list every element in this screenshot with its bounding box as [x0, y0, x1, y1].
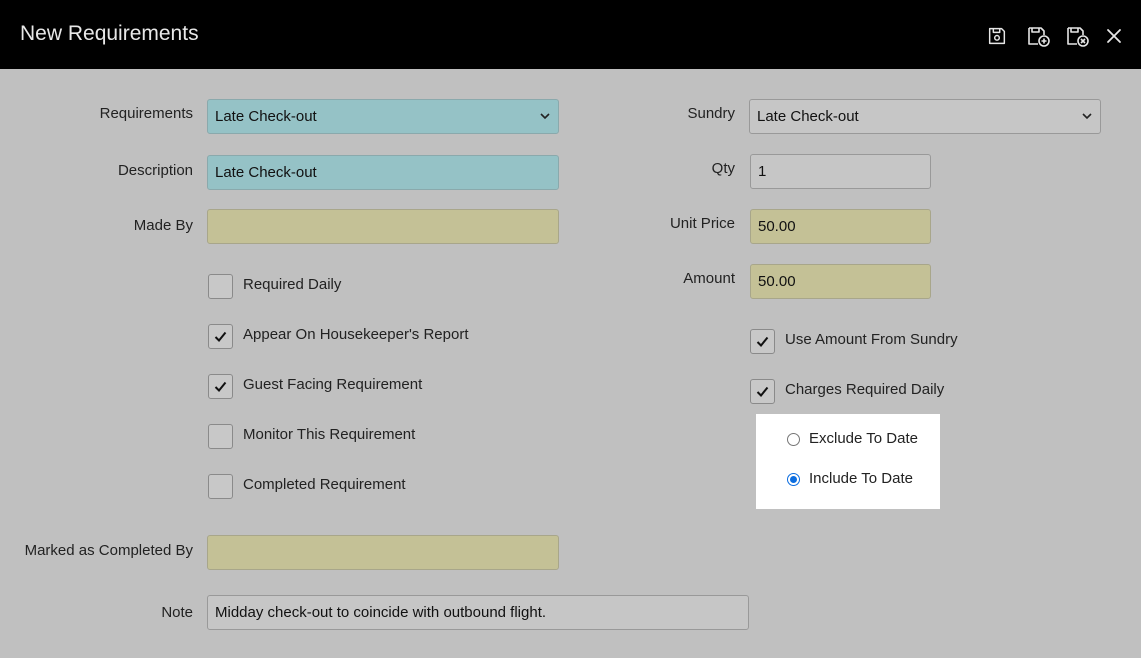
- requirements-label: Requirements: [99, 105, 193, 122]
- use-amount-from-sundry-checkbox[interactable]: [750, 329, 775, 354]
- description-value: Late Check-out: [215, 164, 317, 181]
- qty-label: Qty: [711, 160, 735, 177]
- sundry-label: Sundry: [687, 105, 735, 122]
- save-and-close-icon[interactable]: [1065, 24, 1091, 48]
- to-date-radio-group: Exclude To Date Include To Date: [756, 414, 940, 509]
- required-daily-label: Required Daily: [243, 276, 342, 293]
- completed-requirement-label: Completed Requirement: [243, 476, 406, 493]
- close-icon[interactable]: [1102, 24, 1126, 48]
- required-daily-checkbox[interactable]: [208, 274, 233, 299]
- requirements-value: Late Check-out: [215, 108, 317, 125]
- include-to-date-radio[interactable]: [787, 473, 800, 486]
- unit-price-input[interactable]: 50.00: [750, 209, 931, 244]
- note-input[interactable]: Midday check-out to coincide with outbou…: [207, 595, 749, 630]
- exclude-to-date-radio[interactable]: [787, 433, 800, 446]
- marked-completed-by-label: Marked as Completed By: [24, 542, 193, 559]
- page-title: New Requirements: [20, 22, 199, 45]
- made-by-label: Made By: [133, 217, 193, 234]
- amount-label: Amount: [683, 270, 735, 287]
- note-value: Midday check-out to coincide with outbou…: [215, 604, 547, 621]
- chevron-down-icon: [540, 113, 550, 120]
- description-input[interactable]: Late Check-out: [207, 155, 559, 190]
- qty-value: 1: [758, 163, 767, 180]
- monitor-this-requirement-checkbox[interactable]: [208, 424, 233, 449]
- charges-required-daily-checkbox[interactable]: [750, 379, 775, 404]
- checkmark-icon: [214, 381, 227, 392]
- save-and-new-icon[interactable]: [1026, 24, 1052, 48]
- guest-facing-requirement-label: Guest Facing Requirement: [243, 376, 423, 393]
- charges-required-daily-label: Charges Required Daily: [785, 381, 945, 398]
- description-label: Description: [117, 162, 193, 179]
- title-bar: New Requirements: [0, 0, 1141, 69]
- sundry-select[interactable]: Late Check-out: [749, 99, 1101, 134]
- sundry-value: Late Check-out: [757, 108, 859, 125]
- exclude-to-date-label: Exclude To Date: [809, 430, 918, 447]
- unit-price-label: Unit Price: [669, 215, 735, 232]
- qty-input[interactable]: 1: [750, 154, 931, 189]
- note-label: Note: [161, 604, 193, 621]
- guest-facing-requirement-checkbox[interactable]: [208, 374, 233, 399]
- chevron-down-icon: [1082, 113, 1092, 120]
- save-icon[interactable]: [985, 24, 1009, 48]
- made-by-input[interactable]: [207, 209, 559, 244]
- requirements-select[interactable]: Late Check-out: [207, 99, 559, 134]
- include-to-date-label: Include To Date: [809, 470, 913, 487]
- amount-value: 50.00: [758, 273, 796, 290]
- appear-on-housekeepers-report-checkbox[interactable]: [208, 324, 233, 349]
- use-amount-from-sundry-label: Use Amount From Sundry: [785, 331, 958, 348]
- completed-requirement-checkbox[interactable]: [208, 474, 233, 499]
- monitor-this-requirement-label: Monitor This Requirement: [243, 426, 416, 443]
- checkmark-icon: [756, 336, 769, 347]
- amount-input[interactable]: 50.00: [750, 264, 931, 299]
- appear-on-housekeepers-report-label: Appear On Housekeeper's Report: [243, 326, 469, 343]
- checkmark-icon: [214, 331, 227, 342]
- unit-price-value: 50.00: [758, 218, 796, 235]
- marked-completed-by-input[interactable]: [207, 535, 559, 570]
- checkmark-icon: [756, 386, 769, 397]
